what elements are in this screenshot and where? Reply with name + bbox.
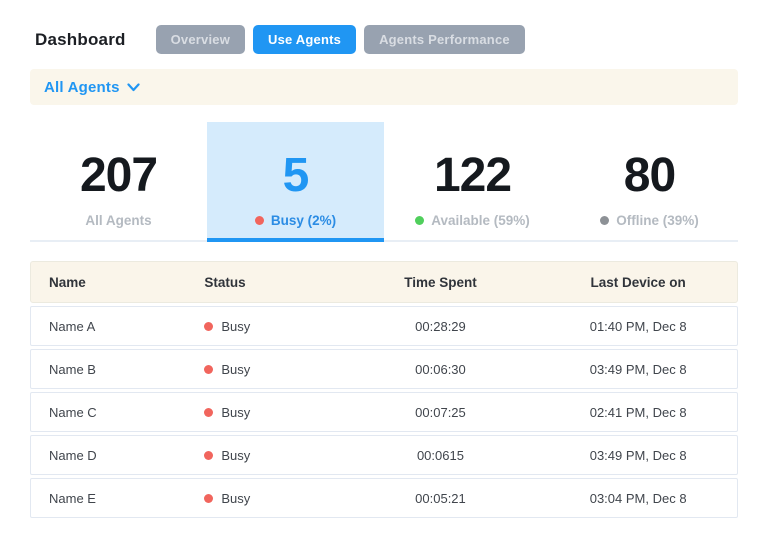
status-text: Busy xyxy=(221,362,250,377)
status-dot xyxy=(255,216,264,225)
tab-overview[interactable]: Overview xyxy=(156,25,245,54)
status-text: Busy xyxy=(221,405,250,420)
stat-label-text: Available (59%) xyxy=(431,213,530,228)
status-text: Busy xyxy=(221,319,250,334)
cell-name: Name E xyxy=(31,491,186,506)
chevron-down-icon xyxy=(127,83,140,92)
stat-value: 122 xyxy=(384,148,561,204)
stat-label: Available (59%) xyxy=(384,212,561,228)
stat-label-text: All Agents xyxy=(85,213,151,228)
agents-filter-label: All Agents xyxy=(44,79,120,96)
tab-use-agents[interactable]: Use Agents xyxy=(253,25,356,54)
table-header: Name Status Time Spent Last Device on xyxy=(30,261,738,303)
cell-last-device-on: 03:04 PM, Dec 8 xyxy=(539,491,737,506)
status-dot xyxy=(415,216,424,225)
agents-filter-dropdown[interactable]: All Agents xyxy=(30,69,738,105)
column-header-last-device-on: Last Device on xyxy=(539,275,737,290)
status-dot xyxy=(600,216,609,225)
cell-last-device-on: 03:49 PM, Dec 8 xyxy=(539,362,737,377)
cell-status: Busy xyxy=(186,491,341,506)
busy-status-dot xyxy=(204,451,213,460)
cell-last-device-on: 03:49 PM, Dec 8 xyxy=(539,448,737,463)
cell-status: Busy xyxy=(186,319,341,334)
stat-value: 80 xyxy=(561,148,738,204)
table-row[interactable]: Name D Busy 00:0615 03:49 PM, Dec 8 xyxy=(30,435,738,475)
column-header-name: Name xyxy=(31,275,186,290)
cell-last-device-on: 02:41 PM, Dec 8 xyxy=(539,405,737,420)
table-row[interactable]: Name E Busy 00:05:21 03:04 PM, Dec 8 xyxy=(30,478,738,518)
agents-table: Name Status Time Spent Last Device on Na… xyxy=(30,261,738,518)
table-row[interactable]: Name B Busy 00:06:30 03:49 PM, Dec 8 xyxy=(30,349,738,389)
cell-name: Name C xyxy=(31,405,186,420)
stat-label-text: Offline (39%) xyxy=(616,213,699,228)
tab-bar: Overview Use Agents Agents Performance xyxy=(156,25,525,54)
cell-status: Busy xyxy=(186,448,341,463)
table-row[interactable]: Name C Busy 00:07:25 02:41 PM, Dec 8 xyxy=(30,392,738,432)
stat-label: Busy (2%) xyxy=(207,212,384,228)
stat-label-text: Busy (2%) xyxy=(271,213,336,228)
stat-card-offline[interactable]: 80 Offline (39%) xyxy=(561,122,738,242)
page-title: Dashboard xyxy=(35,30,126,50)
table-row[interactable]: Name A Busy 00:28:29 01:40 PM, Dec 8 xyxy=(30,306,738,346)
tab-agents-performance[interactable]: Agents Performance xyxy=(364,25,525,54)
cell-time-spent: 00:07:25 xyxy=(342,405,540,420)
cell-time-spent: 00:0615 xyxy=(342,448,540,463)
cell-time-spent: 00:05:21 xyxy=(342,491,540,506)
stat-label: All Agents xyxy=(30,212,207,228)
busy-status-dot xyxy=(204,365,213,374)
cell-status: Busy xyxy=(186,405,341,420)
busy-status-dot xyxy=(204,408,213,417)
top-bar: Dashboard Overview Use Agents Agents Per… xyxy=(0,0,768,54)
busy-status-dot xyxy=(204,494,213,503)
stat-value: 5 xyxy=(207,148,384,204)
cell-name: Name A xyxy=(31,319,186,334)
stat-label: Offline (39%) xyxy=(561,212,738,228)
cell-status: Busy xyxy=(186,362,341,377)
stat-value: 207 xyxy=(30,148,207,204)
cell-last-device-on: 01:40 PM, Dec 8 xyxy=(539,319,737,334)
stat-card-all-agents[interactable]: 207 All Agents xyxy=(30,122,207,242)
status-text: Busy xyxy=(221,491,250,506)
cell-time-spent: 00:06:30 xyxy=(342,362,540,377)
cell-name: Name D xyxy=(31,448,186,463)
column-header-time-spent: Time Spent xyxy=(342,275,540,290)
stat-card-available[interactable]: 122 Available (59%) xyxy=(384,122,561,242)
stat-card-busy[interactable]: 5 Busy (2%) xyxy=(207,122,384,242)
busy-status-dot xyxy=(204,322,213,331)
column-header-status: Status xyxy=(186,275,341,290)
cell-name: Name B xyxy=(31,362,186,377)
status-text: Busy xyxy=(221,448,250,463)
stats-row: 207 All Agents 5 Busy (2%) 122 Available… xyxy=(30,122,738,242)
cell-time-spent: 00:28:29 xyxy=(342,319,540,334)
table-body: Name A Busy 00:28:29 01:40 PM, Dec 8 Nam… xyxy=(30,306,738,518)
